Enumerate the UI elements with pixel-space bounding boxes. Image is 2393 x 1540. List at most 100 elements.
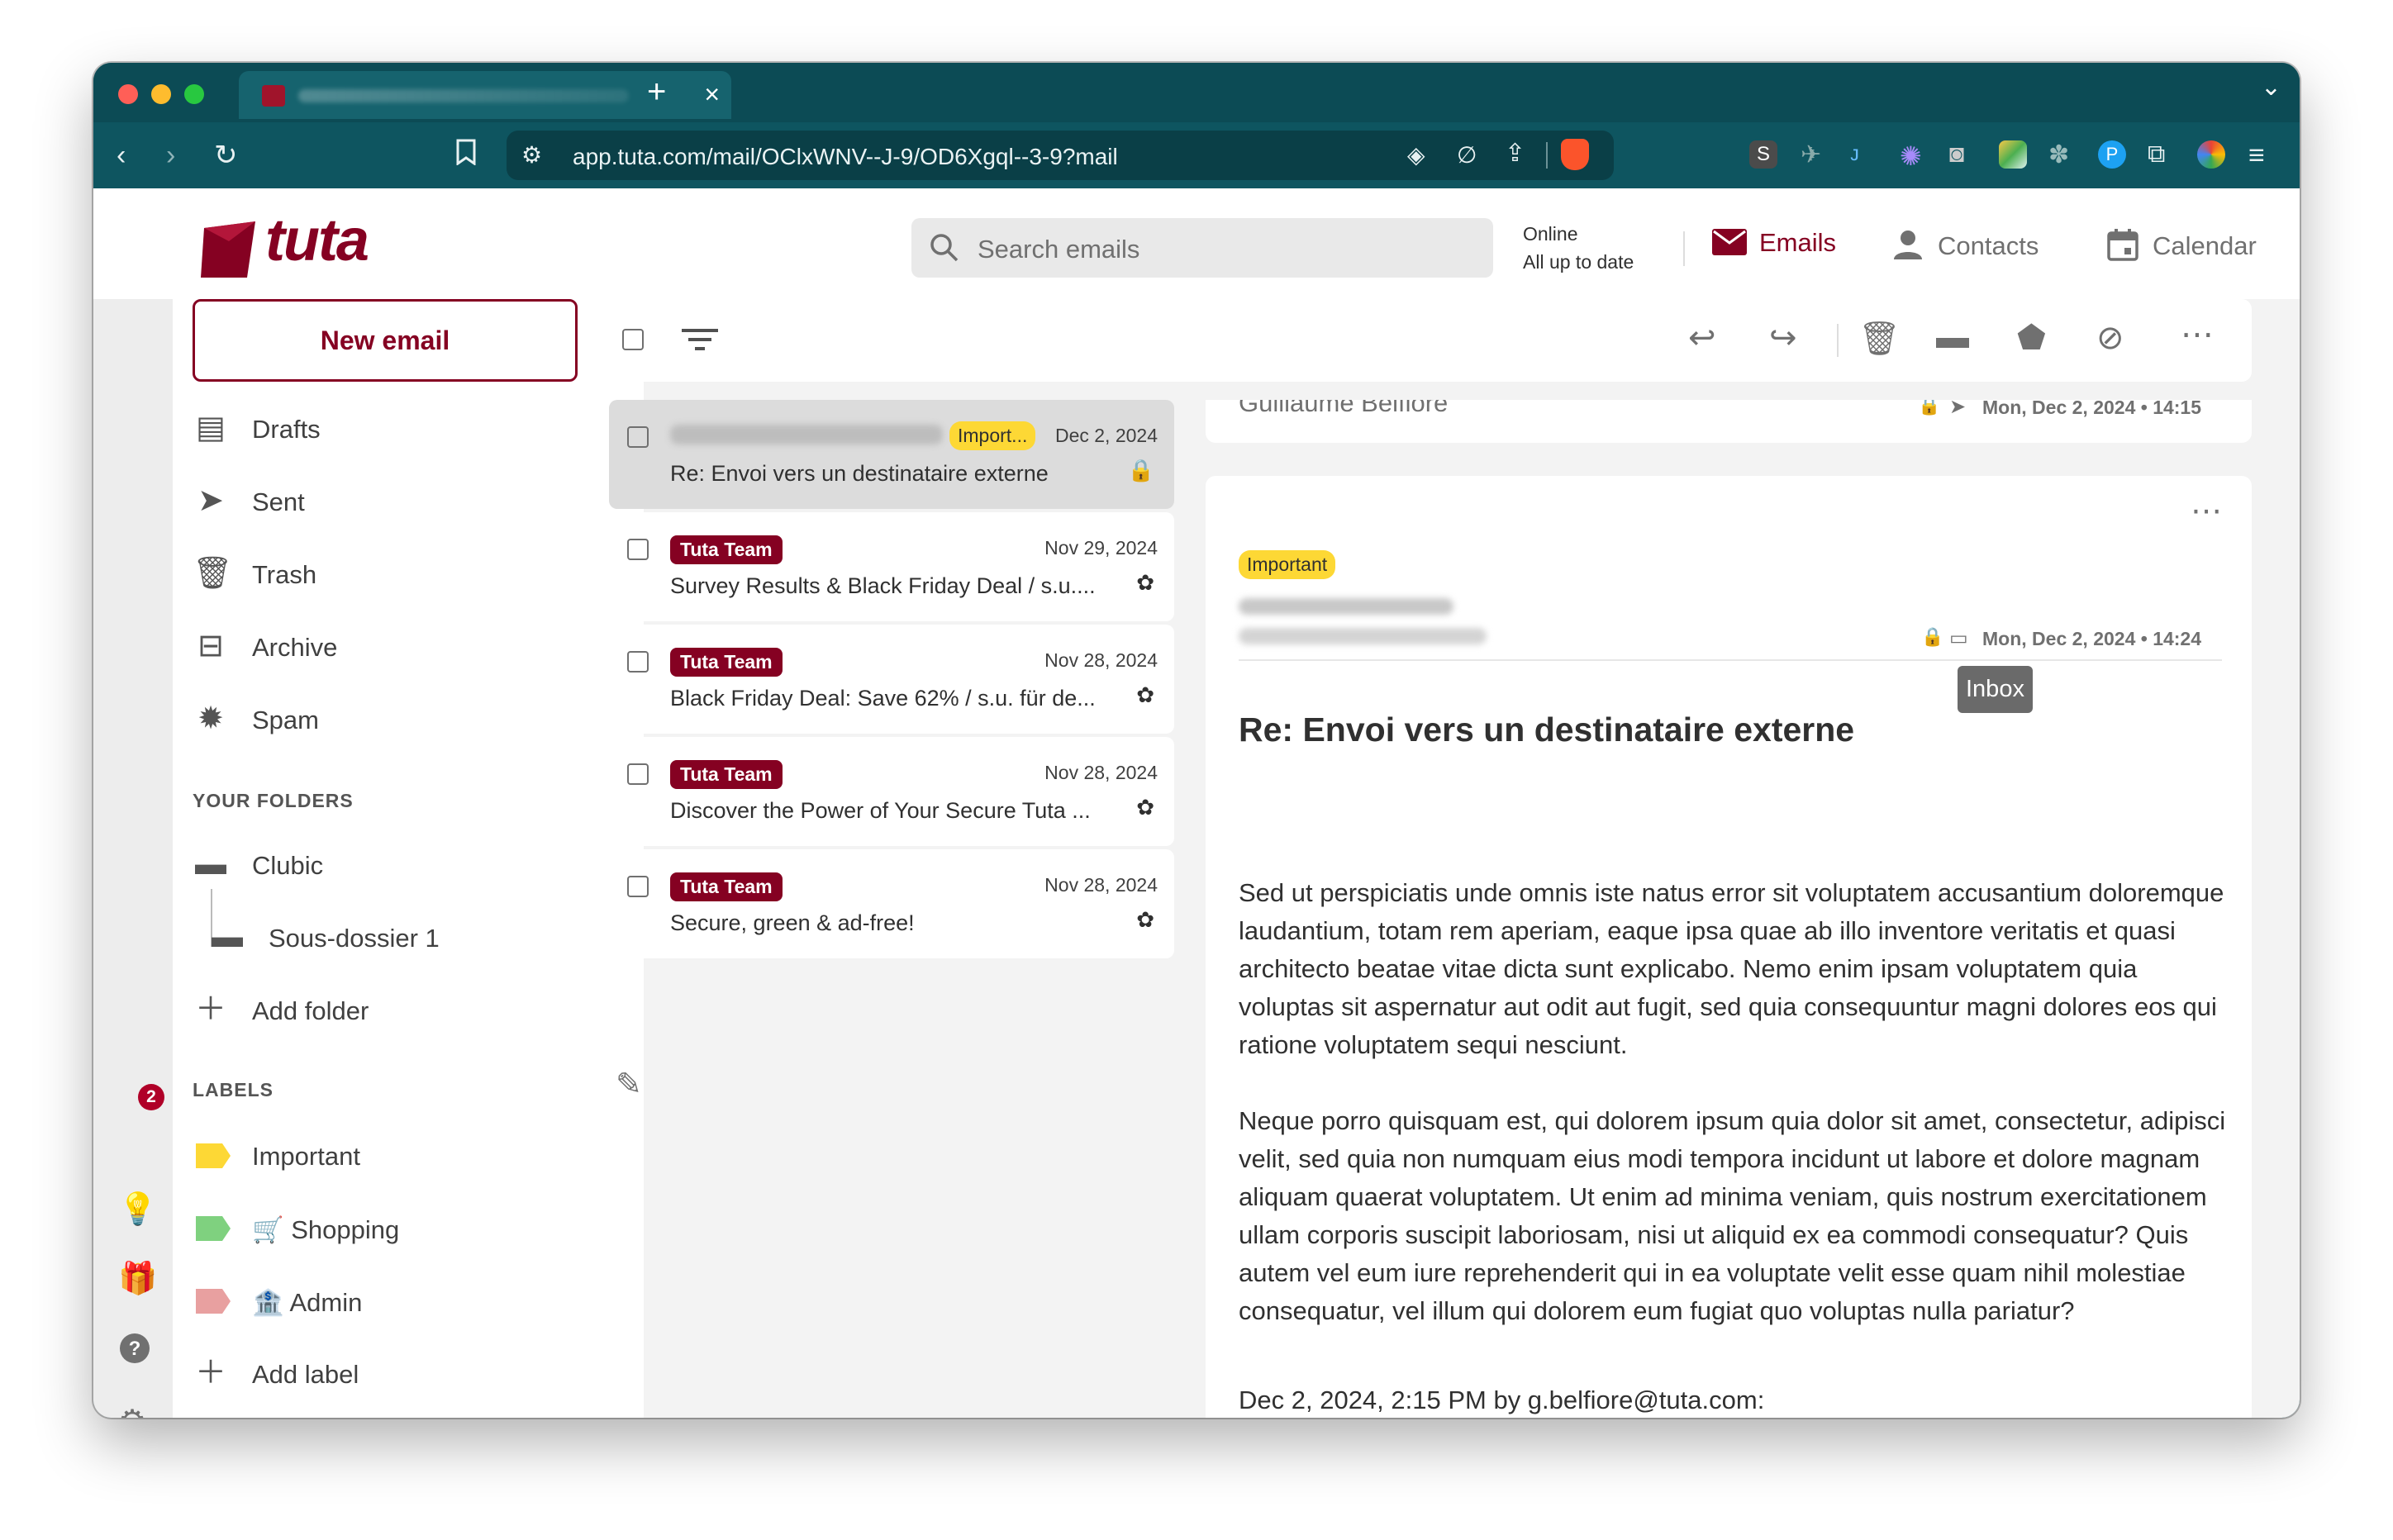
add-folder-button[interactable]: ＋ Add folder (193, 985, 622, 1034)
archive-icon: ⊟ (197, 629, 224, 663)
extension-g-icon[interactable] (2197, 140, 2225, 169)
drafts-icon: ▤ (196, 411, 226, 445)
plus-icon: ＋ (194, 992, 226, 1027)
tuta-icon: ✿ (1136, 795, 1154, 820)
search-box[interactable]: Search emails (911, 218, 1493, 278)
previous-message-card[interactable]: Guillaume Belfiore 🔒 ➤ Mon, Dec 2, 2024 … (1206, 400, 2252, 443)
extension-colorful-icon[interactable] (1999, 140, 2027, 169)
mail-checkbox[interactable] (627, 539, 649, 560)
extension-camera-icon[interactable]: ◙ (1949, 140, 1977, 169)
tuta-logo-icon (201, 221, 255, 278)
extension-puzzle-gray-icon[interactable]: ✽ (2048, 140, 2077, 169)
action-divider (1837, 324, 1839, 357)
inbox-tray-icon: ▭ (1949, 627, 1968, 649)
reply-icon[interactable]: ↩ (1688, 319, 1716, 357)
label-important[interactable]: Important (193, 1130, 622, 1180)
extension-ublock-icon[interactable]: ᴊ (1850, 140, 1878, 169)
folder-trash[interactable]: 🗑 Trash (193, 549, 622, 598)
mail-date: Nov 29, 2024 (1044, 537, 1158, 558)
folder-sent[interactable]: ➤ Sent (193, 476, 622, 525)
new-tab-button[interactable]: + (647, 71, 666, 112)
label-shopping[interactable]: 🛒 Shopping (193, 1203, 622, 1252)
folder-sous-dossier-1[interactable]: ▬ Sous-dossier 1 (209, 912, 639, 962)
bookmark-icon[interactable] (455, 139, 477, 173)
add-folder-label: Add folder (252, 996, 369, 1025)
folder-archive[interactable]: ⊟ Archive (193, 621, 622, 671)
extensions-puzzle-icon[interactable]: ⧉ (2148, 140, 2176, 169)
previous-date: Mon, Dec 2, 2024 • 14:15 (1982, 400, 2202, 418)
app-header: tuta Search emails Online All up to date… (93, 188, 2300, 299)
label-icon[interactable]: ⬟ (2017, 319, 2046, 357)
folder-icon: ▬ (195, 847, 226, 882)
add-label-button[interactable]: ＋ Add label (193, 1348, 622, 1398)
close-window-button[interactable] (118, 84, 138, 104)
tab-list-chevron-icon[interactable]: ⌄ (2261, 73, 2281, 102)
reload-icon[interactable]: ↻ (214, 139, 238, 172)
lock-icon: 🔒 (1127, 458, 1154, 482)
address-bar[interactable]: ⚙ app.tuta.com/mail/OClxWNV--J-9/OD6Xgql… (507, 131, 1614, 180)
message-subject: Re: Envoi vers un destinataire externe (1239, 711, 1855, 749)
zoom-window-button[interactable] (184, 84, 204, 104)
brave-shield-icon[interactable] (1561, 139, 1589, 170)
recipient-address-blurred (1239, 628, 1487, 644)
more-options-icon[interactable]: ⋯ (2181, 316, 2214, 354)
folder-spam[interactable]: ✹ Spam (193, 694, 622, 744)
label-admin[interactable]: 🏦 Admin (193, 1276, 622, 1325)
lightbulb-icon[interactable]: 💡 (118, 1191, 157, 1228)
reader-mode-icon[interactable]: ◈ (1407, 139, 1425, 172)
delete-icon[interactable]: 🗑 (1858, 319, 1901, 358)
select-all-checkbox[interactable] (622, 329, 644, 350)
back-icon[interactable]: ‹ (117, 139, 126, 172)
edit-labels-pencil-icon[interactable]: ✎ (616, 1066, 642, 1103)
folder-clubic[interactable]: ▬ Clubic (193, 839, 622, 889)
extension-s-icon[interactable]: S (1749, 140, 1777, 169)
forward-icon[interactable]: › (166, 139, 175, 172)
extension-rocket-icon[interactable]: ✈ (1801, 140, 1829, 169)
close-tab-icon[interactable]: × (704, 78, 720, 111)
no-tracking-icon[interactable]: ∅ (1457, 139, 1477, 172)
site-settings-icon[interactable]: ⚙ (521, 139, 542, 172)
minimize-window-button[interactable] (151, 84, 171, 104)
mail-checkbox[interactable] (627, 651, 649, 673)
settings-gear-icon[interactable]: ⚙ (118, 1403, 146, 1418)
important-label-tag: Import... (949, 421, 1036, 450)
header-separator (1239, 659, 2222, 661)
label-tag-icon (196, 1289, 231, 1314)
nav-calendar[interactable]: Calendar (2106, 228, 2257, 261)
extension-gear-purple-icon[interactable]: ✺ (1900, 140, 1928, 171)
tuta-icon: ✿ (1136, 682, 1154, 707)
header-divider (1683, 231, 1685, 266)
mail-list-item[interactable]: Tuta Team Nov 29, 2024 Survey Results & … (609, 512, 1174, 621)
new-email-button[interactable]: New email (193, 299, 578, 382)
mail-list-item[interactable]: Import... Dec 2, 2024 Re: Envoi vers un … (609, 400, 1174, 509)
forward-mail-icon[interactable]: ↪ (1769, 319, 1797, 357)
folder-drafts[interactable]: ▤ Drafts (193, 403, 622, 453)
mail-list-item[interactable]: Tuta Team Nov 28, 2024 Black Friday Deal… (609, 625, 1174, 734)
browser-menu-icon[interactable]: ≡ (2248, 139, 2265, 172)
label-tag-icon (196, 1216, 231, 1241)
sync-status: All up to date (1523, 251, 1634, 273)
important-label-badge: Important (1239, 550, 1336, 579)
extension-p-icon[interactable]: P (2098, 140, 2126, 169)
message-date: Mon, Dec 2, 2024 • 14:24 (1982, 628, 2202, 649)
mail-checkbox[interactable] (627, 763, 649, 785)
mail-list-item[interactable]: Tuta Team Nov 28, 2024 Secure, green & a… (609, 849, 1174, 958)
filter-icon[interactable] (682, 327, 718, 352)
mail-list-item[interactable]: Tuta Team Nov 28, 2024 Discover the Powe… (609, 737, 1174, 846)
mail-checkbox[interactable] (627, 876, 649, 897)
action-bar: ↩ ↪ 🗑 ▬ ⬟ ⊘ ⋯ (602, 299, 2252, 382)
tab-bar: × + ⌄ (93, 63, 2300, 122)
mark-unread-eye-icon[interactable]: ⊘ (2096, 319, 2124, 357)
label-shopping-name: 🛒 Shopping (252, 1215, 400, 1244)
tuta-icon: ✿ (1136, 570, 1154, 595)
nav-calendar-label: Calendar (2153, 231, 2257, 260)
mail-sender: Tuta Team (670, 648, 783, 677)
nav-emails[interactable]: Emails (1711, 228, 1836, 258)
message-more-icon[interactable]: ⋯ (2191, 492, 2222, 530)
share-icon[interactable]: ⇪ (1505, 137, 1525, 170)
help-icon[interactable]: ? (118, 1332, 151, 1373)
move-folder-icon[interactable]: ▬ (1936, 319, 1969, 356)
gift-icon[interactable]: 🎁 (118, 1261, 157, 1297)
mail-checkbox[interactable] (627, 426, 649, 448)
nav-contacts[interactable]: Contacts (1891, 228, 2039, 261)
